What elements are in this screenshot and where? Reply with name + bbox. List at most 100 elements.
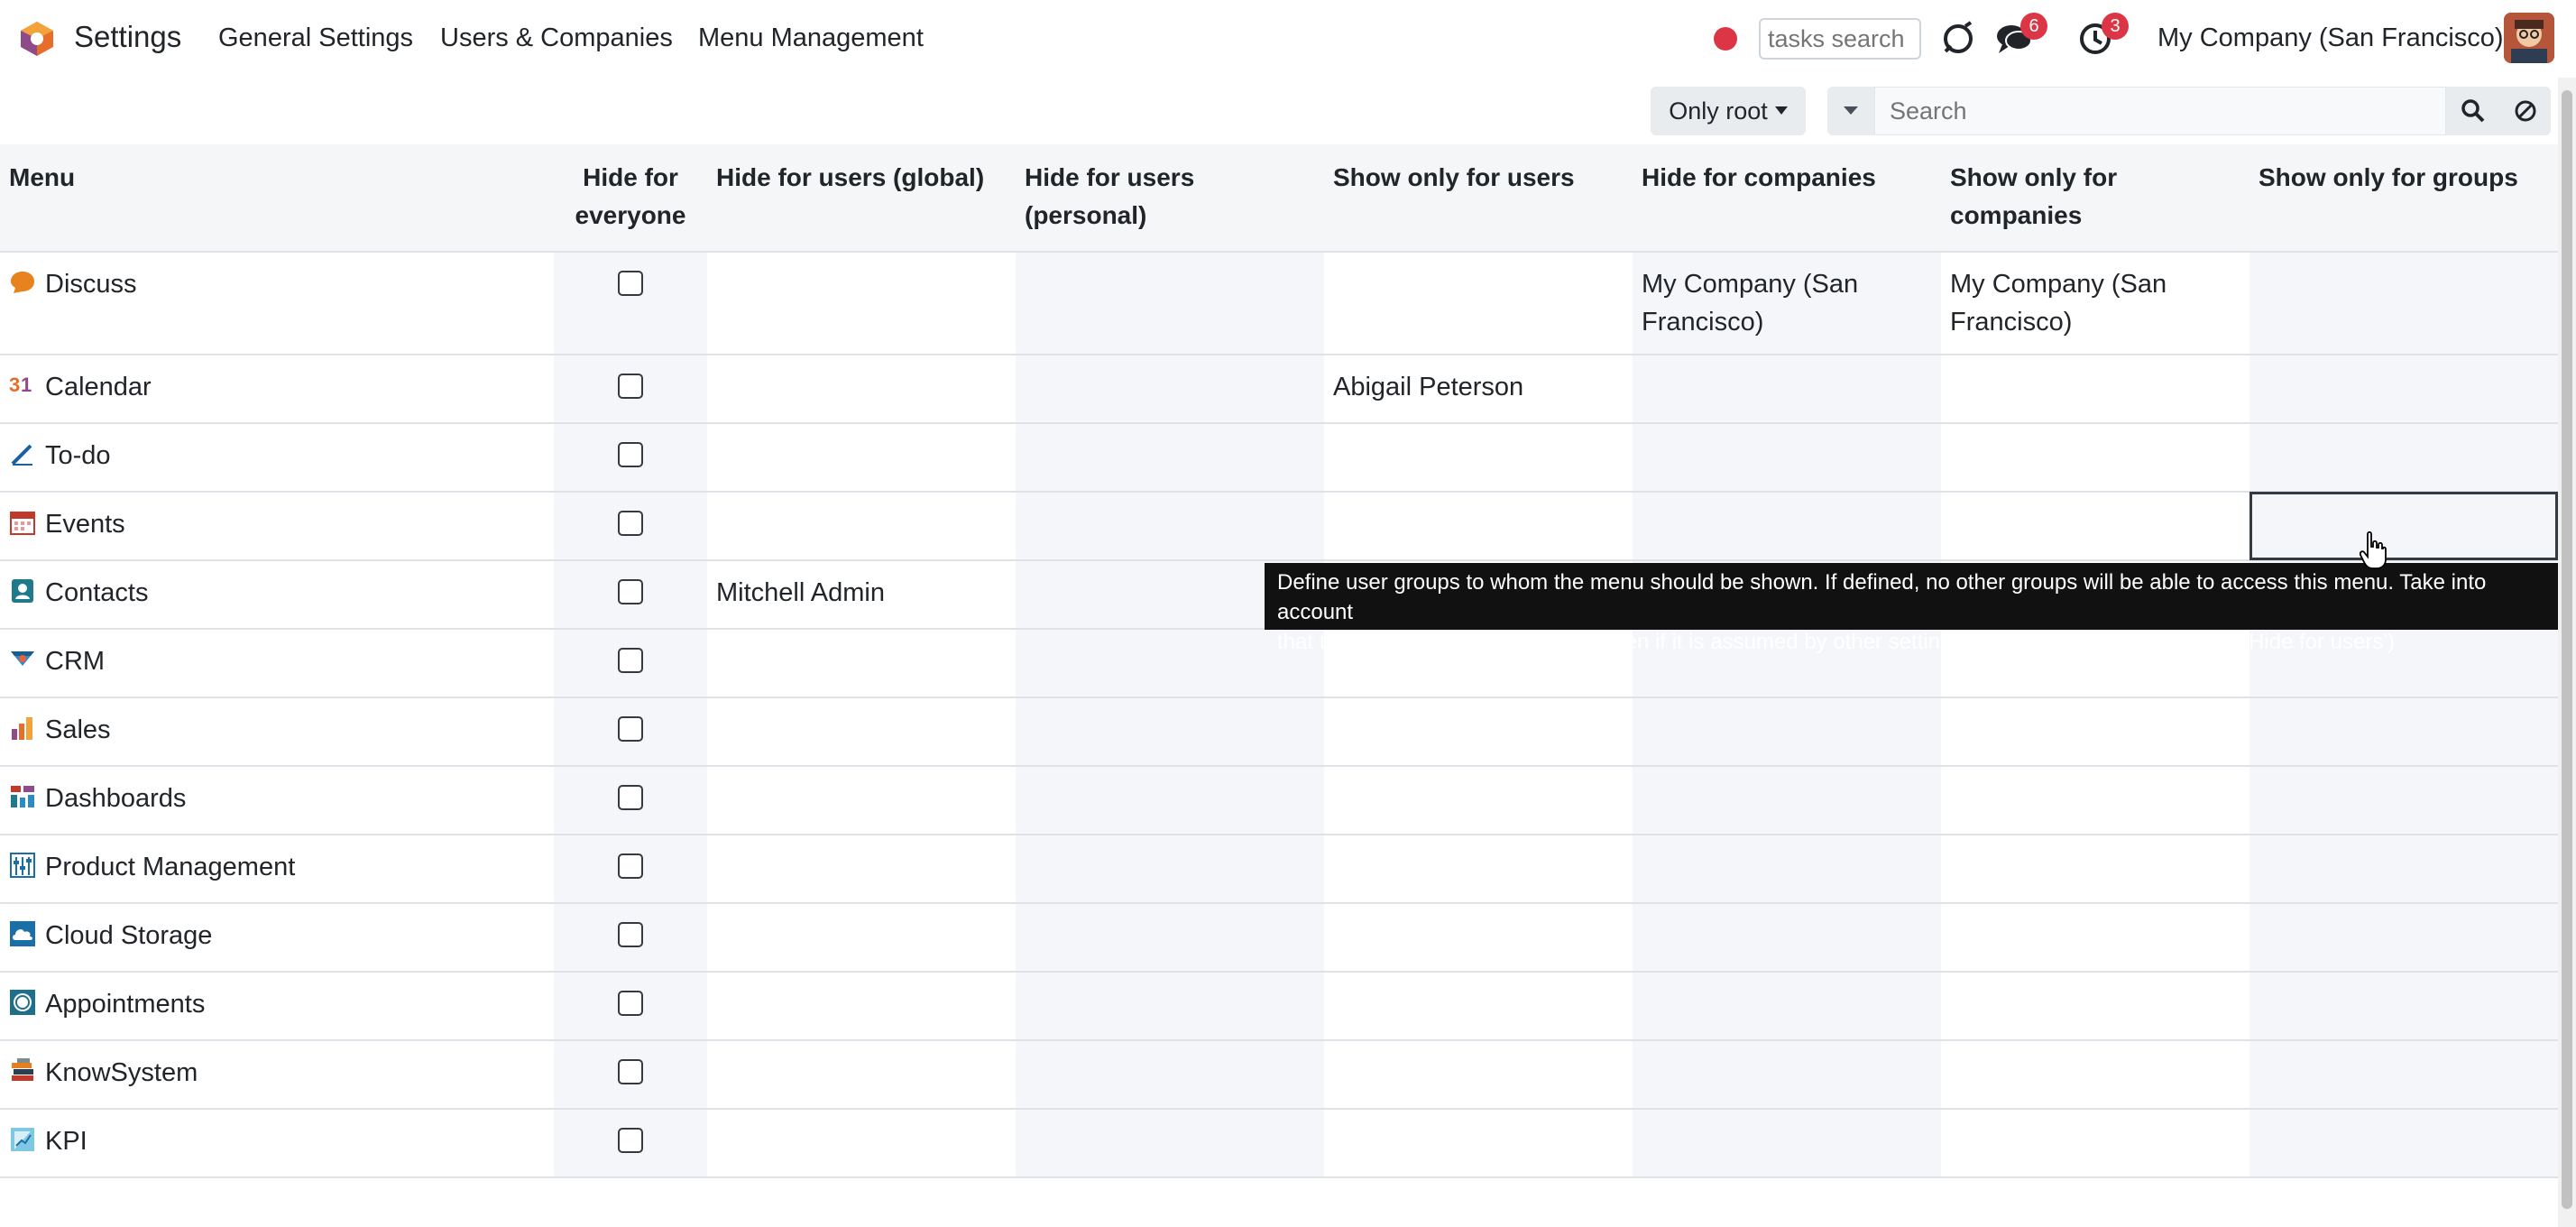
activity-clock-icon[interactable]: 3 (2075, 13, 2129, 60)
tasks-search-input[interactable] (1759, 18, 1921, 60)
cell-show-only-companies[interactable] (1941, 355, 2249, 424)
cell-hide-users-global[interactable] (707, 1109, 1016, 1178)
cell-show-only-companies[interactable] (1941, 972, 2249, 1041)
cell-show-only-groups[interactable] (2249, 1109, 2558, 1178)
table-row[interactable]: Dashboards (0, 766, 2558, 835)
cell-menu[interactable]: KPI (0, 1109, 554, 1178)
cell-show-only-companies[interactable] (1941, 697, 2249, 767)
cell-show-only-companies[interactable] (1941, 423, 2249, 493)
cell-hide-everyone[interactable] (554, 697, 707, 767)
hide-everyone-checkbox[interactable] (618, 785, 643, 810)
cell-menu[interactable]: Sales (0, 697, 554, 767)
cell-hide-users-global[interactable] (707, 629, 1016, 698)
cell-show-only-users[interactable] (1324, 492, 1633, 561)
cell-hide-users-personal[interactable] (1016, 1109, 1324, 1178)
hide-everyone-checkbox[interactable] (618, 1059, 643, 1084)
hide-everyone-checkbox[interactable] (618, 374, 643, 399)
cell-hide-users-global[interactable] (707, 1040, 1016, 1110)
cell-hide-users-global[interactable] (707, 492, 1016, 561)
cell-hide-users-global[interactable] (707, 423, 1016, 493)
table-row[interactable]: Product Management (0, 835, 2558, 904)
cell-hide-everyone[interactable] (554, 1040, 707, 1110)
cell-hide-companies[interactable] (1633, 423, 1941, 493)
hide-everyone-checkbox[interactable] (618, 442, 643, 467)
menu-menu-management[interactable]: Menu Management (698, 23, 924, 53)
menu-users-companies[interactable]: Users & Companies (440, 23, 673, 53)
cell-hide-users-personal[interactable] (1016, 766, 1324, 835)
cell-hide-users-personal[interactable] (1016, 492, 1324, 561)
cell-hide-users-global[interactable] (707, 903, 1016, 973)
cell-show-only-users[interactable] (1324, 697, 1633, 767)
cell-show-only-groups[interactable] (2249, 492, 2558, 561)
column-header-show-only-users[interactable]: Show only for users (1324, 144, 1633, 253)
hide-everyone-checkbox[interactable] (618, 1128, 643, 1153)
hide-everyone-checkbox[interactable] (618, 716, 643, 742)
cell-menu[interactable]: Product Management (0, 835, 554, 904)
cell-hide-users-global[interactable] (707, 972, 1016, 1041)
cell-menu[interactable]: Appointments (0, 972, 554, 1041)
cell-hide-users-personal[interactable] (1016, 1040, 1324, 1110)
hide-everyone-checkbox[interactable] (618, 853, 643, 879)
column-header-hide-everyone[interactable]: Hide for everyone (554, 144, 707, 253)
cell-show-only-groups[interactable] (2249, 835, 2558, 904)
cell-show-only-companies[interactable] (1941, 1109, 2249, 1178)
cell-hide-everyone[interactable] (554, 252, 707, 355)
cell-menu[interactable]: KnowSystem (0, 1040, 554, 1110)
cell-menu[interactable]: To-do (0, 423, 554, 493)
cell-hide-everyone[interactable] (554, 629, 707, 698)
table-row[interactable]: To-do (0, 423, 2558, 493)
hide-everyone-checkbox[interactable] (618, 648, 643, 673)
cell-hide-users-global[interactable] (707, 697, 1016, 767)
cell-hide-users-personal[interactable] (1016, 697, 1324, 767)
cell-show-only-users[interactable]: Abigail Peterson (1324, 355, 1633, 424)
cell-menu[interactable]: Cloud Storage (0, 903, 554, 973)
cell-hide-users-personal[interactable] (1016, 252, 1324, 355)
cell-hide-companies[interactable]: My Company (San Francisco) (1633, 252, 1941, 355)
cell-show-only-users[interactable] (1324, 766, 1633, 835)
cell-show-only-groups[interactable] (2249, 697, 2558, 767)
cell-hide-companies[interactable] (1633, 1109, 1941, 1178)
cell-hide-everyone[interactable] (554, 972, 707, 1041)
cell-menu[interactable]: Events (0, 492, 554, 561)
cell-hide-users-global[interactable] (707, 355, 1016, 424)
cell-hide-everyone[interactable] (554, 766, 707, 835)
cell-show-only-users[interactable] (1324, 423, 1633, 493)
cell-show-only-groups[interactable] (2249, 423, 2558, 493)
column-header-hide-users-personal[interactable]: Hide for users (personal) (1016, 144, 1324, 253)
discuss-messages-icon[interactable]: 6 (1993, 13, 2047, 60)
column-header-show-only-companies[interactable]: Show only for companies (1941, 144, 2249, 253)
cell-hide-users-personal[interactable] (1016, 972, 1324, 1041)
hide-everyone-checkbox[interactable] (618, 579, 643, 604)
cell-hide-users-personal[interactable] (1016, 835, 1324, 904)
table-row[interactable]: Appointments (0, 972, 2558, 1041)
cell-show-only-companies[interactable] (1941, 1040, 2249, 1110)
page-scrollbar-thumb[interactable] (2562, 90, 2572, 1209)
cell-hide-users-global[interactable] (707, 766, 1016, 835)
odoobot-icon[interactable] (1937, 18, 1979, 60)
table-row[interactable]: KPI (0, 1109, 2558, 1178)
cell-hide-users-global[interactable] (707, 835, 1016, 904)
cell-show-only-users[interactable] (1324, 252, 1633, 355)
cell-hide-companies[interactable] (1633, 972, 1941, 1041)
menu-general-settings[interactable]: General Settings (218, 23, 413, 53)
column-header-hide-users-global[interactable]: Hide for users (global) (707, 144, 1016, 253)
odoo-logo-icon[interactable] (18, 20, 56, 58)
search-button[interactable] (2446, 87, 2500, 135)
cell-show-only-users[interactable] (1324, 1040, 1633, 1110)
cell-hide-users-personal[interactable] (1016, 903, 1324, 973)
cell-menu[interactable]: Dashboards (0, 766, 554, 835)
cell-show-only-users[interactable] (1324, 972, 1633, 1041)
app-title[interactable]: Settings (74, 20, 181, 54)
cell-hide-companies[interactable] (1633, 766, 1941, 835)
cell-show-only-companies[interactable] (1941, 492, 2249, 561)
hide-everyone-checkbox[interactable] (618, 511, 643, 536)
cell-show-only-groups[interactable] (2249, 972, 2558, 1041)
cell-hide-everyone[interactable] (554, 835, 707, 904)
cell-hide-users-personal[interactable] (1016, 423, 1324, 493)
search-input[interactable] (1874, 87, 2446, 135)
cell-show-only-groups[interactable] (2249, 252, 2558, 355)
cell-hide-users-global[interactable] (707, 252, 1016, 355)
cell-hide-companies[interactable] (1633, 903, 1941, 973)
table-row[interactable]: Events (0, 492, 2558, 561)
cell-show-only-groups[interactable] (2249, 766, 2558, 835)
